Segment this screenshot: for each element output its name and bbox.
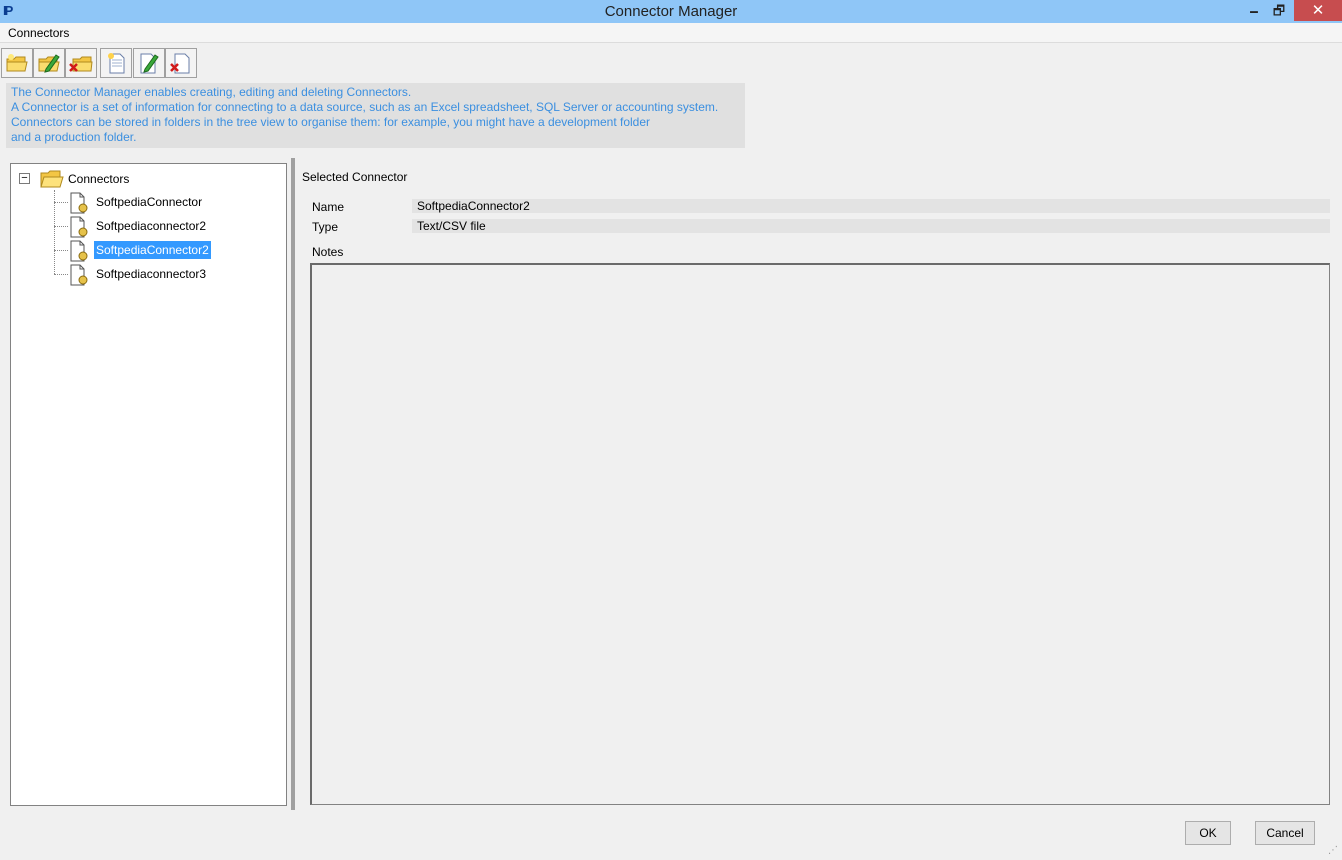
ok-button[interactable]: OK [1185,821,1231,845]
new-folder-icon [6,54,28,72]
connector-file-icon [70,216,88,238]
type-label: Type [312,220,339,234]
delete-connector-icon [170,53,190,74]
selected-connector-details: Selected Connector Name SoftpediaConnect… [300,160,1334,810]
connector-file-icon [70,240,88,262]
cancel-button[interactable]: Cancel [1255,821,1315,845]
restore-icon: 🗗 [1272,3,1286,18]
connector-tree[interactable]: − Connectors SoftpediaConnector Softpedi… [10,163,287,806]
collapse-icon[interactable]: − [19,173,30,184]
edit-connector-button[interactable] [133,48,165,78]
minimize-button[interactable]: 🗕 [1242,0,1266,21]
type-value: Text/CSV file [412,219,1330,233]
tree-item-label: Softpediaconnector3 [96,267,207,281]
info-line: A Connector is a set of information for … [11,100,719,114]
panel-splitter[interactable] [291,158,295,810]
folder-icon [40,170,64,188]
new-folder-button[interactable] [1,48,33,78]
tree-root-label: Connectors [68,172,130,186]
menu-bar: Connectors [0,23,1342,43]
connector-file-icon [70,264,88,286]
new-connector-icon [108,53,125,74]
close-icon: ✕ [1311,2,1325,19]
section-title: Selected Connector [302,170,408,184]
tree-item-label: SoftpediaConnector2 [94,241,211,259]
tree-item-label: SoftpediaConnector [96,195,203,209]
window-title: Connector Manager [604,3,738,20]
delete-folder-button[interactable] [65,48,97,78]
title-bar: IP Connector Manager 🗕 🗗 ✕ [0,0,1342,23]
info-description: The Connector Manager enables creating, … [6,83,745,148]
edit-connector-icon [140,53,159,74]
tree-item-connector[interactable]: Softpediaconnector3 [54,262,284,286]
new-connector-button[interactable] [100,48,132,78]
resize-grip-icon[interactable]: ⋰ [1328,846,1340,858]
info-line: and a production folder. [11,130,137,144]
tree-item-connector[interactable]: SoftpediaConnector [54,190,284,214]
name-label: Name [312,200,345,214]
notes-textarea[interactable] [310,263,1330,805]
menu-connectors[interactable]: Connectors [8,26,69,40]
delete-connector-button[interactable] [165,48,197,78]
close-button[interactable]: ✕ [1294,0,1342,21]
info-line: The Connector Manager enables creating, … [11,85,412,99]
delete-folder-icon [69,56,93,72]
minimize-icon: 🗕 [1249,3,1259,18]
tree-item-connector[interactable]: Softpediaconnector2 [54,214,284,238]
info-line: Connectors can be stored in folders in t… [11,115,651,129]
tree-item-label: Softpediaconnector2 [96,219,207,233]
maximize-button[interactable]: 🗗 [1266,0,1292,21]
connector-file-icon [70,192,88,214]
name-value: SoftpediaConnector2 [412,199,1330,213]
edit-folder-icon [38,54,60,73]
toolbar [0,44,1342,80]
notes-label: Notes [312,245,344,259]
tree-item-connector-selected[interactable]: SoftpediaConnector2 [54,238,284,262]
edit-folder-button[interactable] [33,48,65,78]
